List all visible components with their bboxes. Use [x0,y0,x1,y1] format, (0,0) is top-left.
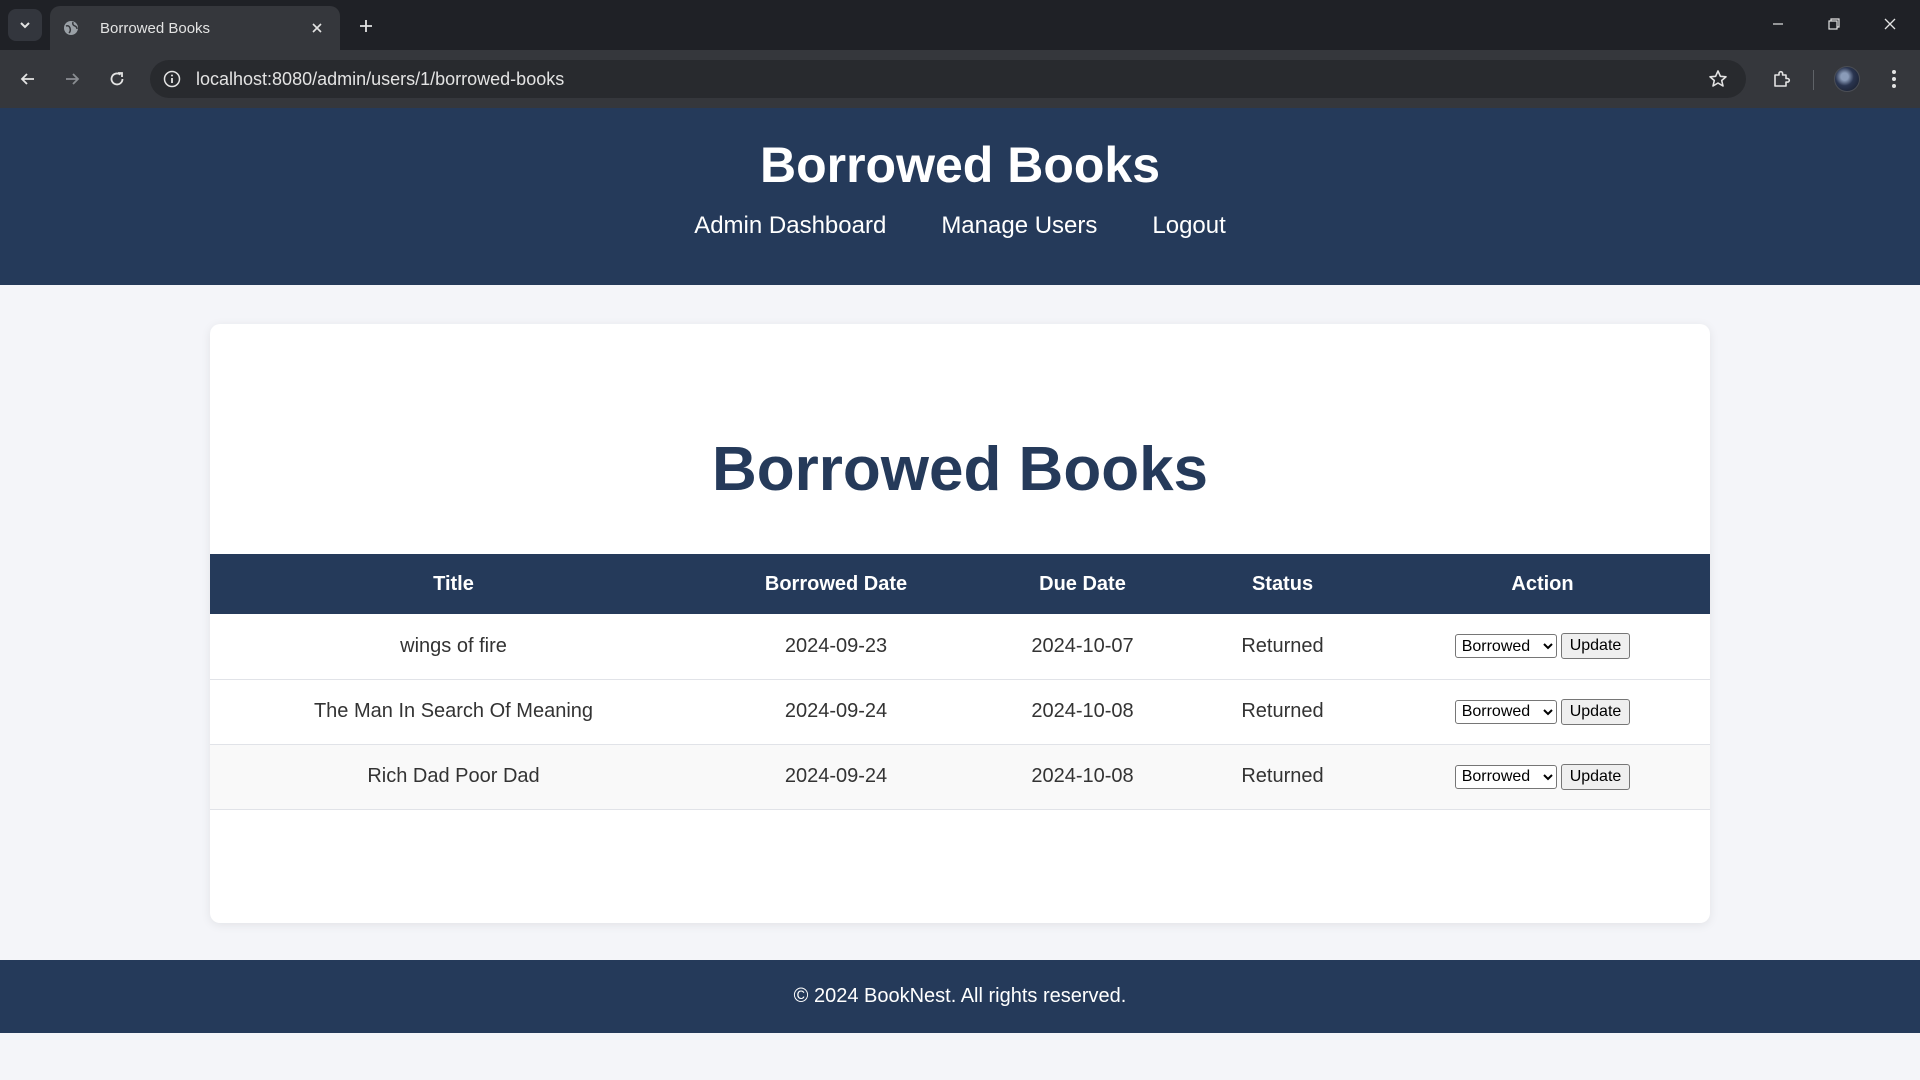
status-select[interactable]: Borrowed [1454,699,1557,724]
browser-toolbar: localhost:8080/admin/users/1/borrowed-bo… [0,50,1920,108]
action-cell: Borrowed Update [1375,744,1710,809]
copyright-text: © 2024 BookNest. All rights reserved. [793,985,1127,1007]
column-header-title: Title [433,572,474,595]
reload-button[interactable] [101,63,133,95]
arrow-left-icon [20,73,34,85]
table-row: The Man In Search Of Meaning 2024-09-24 … [210,679,1710,744]
address-bar[interactable]: localhost:8080/admin/users/1/borrowed-bo… [150,60,1746,98]
close-icon [1884,18,1896,30]
chevron-down-icon [20,22,30,29]
table-header-row: Title Borrowed Date Due Date Status Acti… [210,554,1710,614]
reload-icon [110,72,124,86]
site-title: Borrowed Books [759,137,1161,193]
tab-title: Borrowed Books [100,19,211,37]
restore-button[interactable] [1814,8,1854,40]
bookmark-star-icon[interactable] [1706,67,1730,91]
site-footer: © 2024 BookNest. All rights reserved. [0,960,1920,1033]
borrowed-date: 2024-09-24 [784,765,888,787]
action-cell: Borrowed Update [1375,679,1710,744]
update-button[interactable]: Update [1560,763,1631,790]
status-select[interactable]: Borrowed [1454,634,1557,659]
borrowed-date: 2024-09-23 [784,634,888,657]
toolbar-divider [1813,70,1814,90]
extensions-button[interactable] [1766,63,1798,95]
nav-admin-dashboard[interactable]: Admin Dashboard [694,212,886,240]
column-header-action: Action [1511,572,1574,595]
borrowed-books-table: Title Borrowed Date Due Date Status Acti… [210,554,1710,810]
due-date: 2024-10-08 [1031,700,1134,722]
book-title: The Man In Search Of Meaning [313,700,594,722]
browser-menu-button[interactable] [1878,63,1910,95]
update-button[interactable]: Update [1560,633,1631,660]
profile-avatar[interactable] [1834,66,1860,92]
tab-strip: Borrowed Books [0,0,1920,50]
due-date: 2024-10-07 [1031,634,1134,657]
url-text[interactable]: localhost:8080/admin/users/1/borrowed-bo… [196,69,564,90]
nav-logout[interactable]: Logout [1152,212,1225,240]
browser-tab[interactable]: Borrowed Books [50,6,340,50]
table-row: wings of fire 2024-09-23 2024-10-07 Retu… [210,614,1710,679]
status-text: Returned [1241,634,1324,657]
arrow-right-icon [66,73,80,85]
column-header-due-date: Due Date [1039,572,1126,595]
back-button[interactable] [12,63,44,95]
update-button[interactable]: Update [1560,698,1631,725]
status-text: Returned [1241,700,1324,722]
restore-icon [1828,18,1840,30]
borrowed-books-card: Borrowed Books Title Borrowed Date Due D… [210,324,1710,923]
forward-button[interactable] [56,63,88,95]
globe-icon [62,19,80,37]
tab-search-button[interactable] [8,9,42,41]
new-tab-button[interactable] [352,12,380,40]
puzzle-icon [1774,70,1791,87]
window-close-button[interactable] [1870,8,1910,40]
nav-manage-users[interactable]: Manage Users [941,212,1097,240]
action-cell: Borrowed Update [1375,614,1710,679]
page-title: Borrowed Books [711,435,1209,504]
status-text: Returned [1241,765,1324,787]
plus-icon [360,20,372,32]
close-icon[interactable] [306,17,328,39]
book-title: Rich Dad Poor Dad [367,765,540,787]
info-icon[interactable] [160,67,184,91]
table-row: Rich Dad Poor Dad 2024-09-24 2024-10-08 … [210,744,1710,809]
column-header-status: Status [1251,572,1314,595]
book-title: wings of fire [400,634,507,657]
status-select[interactable]: Borrowed [1454,764,1557,789]
site-header: Borrowed Books Admin Dashboard Manage Us… [0,108,1920,285]
minimize-button[interactable] [1758,8,1798,40]
due-date: 2024-10-08 [1031,765,1134,787]
kebab-menu-icon [1892,70,1896,88]
borrowed-date: 2024-09-24 [784,700,888,722]
minimize-icon [1773,23,1783,25]
column-header-borrowed-date: Borrowed Date [764,572,908,595]
site-nav: Admin Dashboard Manage Users Logout [0,212,1920,240]
